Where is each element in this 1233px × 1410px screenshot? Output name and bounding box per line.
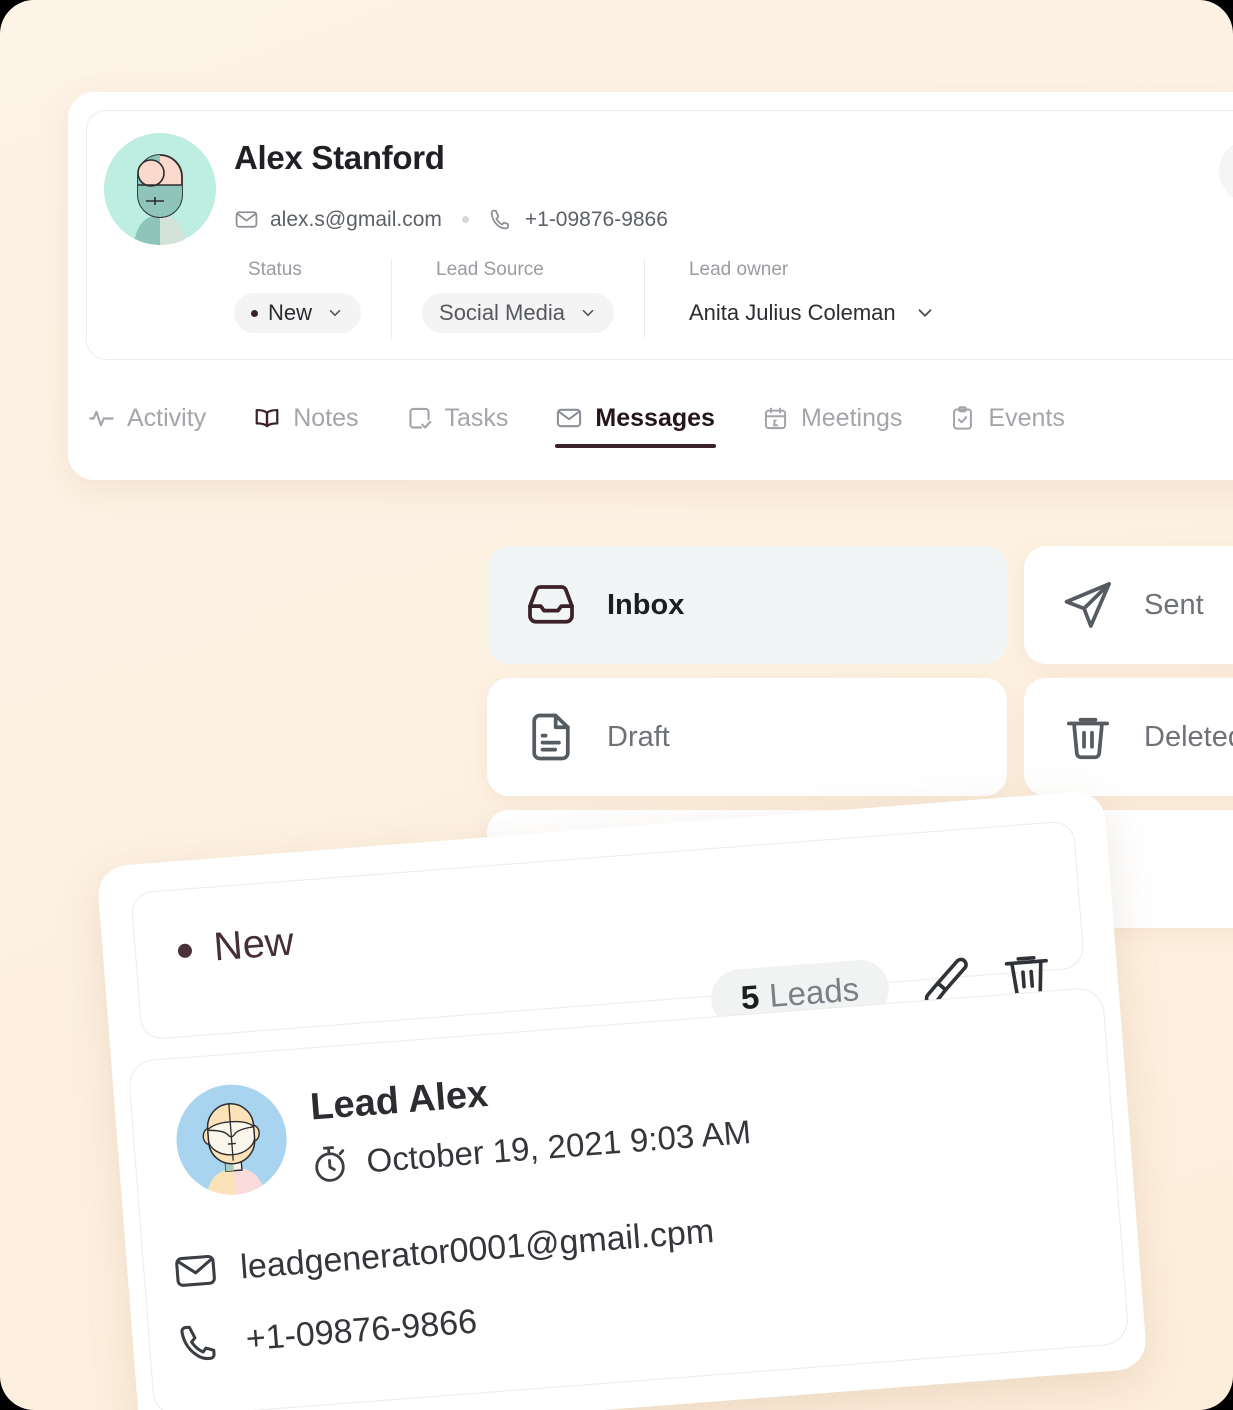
book-icon <box>253 404 281 432</box>
folder-draft[interactable]: Draft <box>487 678 1007 796</box>
profile-email[interactable]: alex.s@gmail.com <box>270 208 442 232</box>
lead-overlay-card: New 5 Leads Lead Alex October 19, 2021 9… <box>96 789 1148 1410</box>
lead-owner-label: Lead owner <box>688 259 789 280</box>
lead-source-label: Lead Source <box>436 259 544 280</box>
tab-label: Tasks <box>444 403 509 432</box>
more-options-button[interactable] <box>1219 139 1233 203</box>
mail-icon <box>171 1246 220 1295</box>
activity-pulse-icon <box>88 405 115 432</box>
lead-date: October 19, 2021 9:03 AM <box>365 1112 753 1180</box>
field-lead-source: Lead Source Social Media <box>422 259 614 333</box>
status-badge: New <box>212 919 296 970</box>
lead-status: New <box>176 919 295 973</box>
phone-icon <box>176 1318 225 1367</box>
separator-dot <box>461 216 469 223</box>
status-dot-icon <box>177 942 193 958</box>
avatar <box>104 133 216 245</box>
document-icon <box>523 709 579 765</box>
tab-label: Events <box>988 403 1065 432</box>
lead-phone[interactable]: +1-09876-9866 <box>244 1302 478 1359</box>
tab-events[interactable]: Events <box>949 380 1065 456</box>
app-screen: Alex Stanford alex.s@gmail.com +1-09876-… <box>0 0 1233 1410</box>
page-title: Alex Stanford <box>234 139 445 176</box>
send-icon <box>1060 577 1116 633</box>
stopwatch-icon <box>307 1142 352 1187</box>
mail-icon <box>555 404 583 432</box>
folder-sent[interactable]: Sent <box>1024 546 1233 664</box>
lead-owner-value: Anita Julius Coleman <box>688 300 896 325</box>
profile-phone[interactable]: +1-09876-9866 <box>525 208 668 232</box>
lead-card-surface: New 5 Leads Lead Alex October 19, 2021 9… <box>96 789 1148 1410</box>
phone-icon <box>489 207 514 232</box>
tab-meetings[interactable]: Meetings <box>762 380 902 456</box>
tab-activity[interactable]: Activity <box>88 380 206 456</box>
calendar-icon <box>762 405 789 432</box>
tab-tasks[interactable]: Tasks <box>406 380 509 456</box>
folder-label: Deleted <box>1144 720 1233 753</box>
profile-card: Alex Stanford alex.s@gmail.com +1-09876-… <box>86 110 1233 360</box>
folder-label: Inbox <box>607 588 685 621</box>
folder-deleted[interactable]: Deleted <box>1024 678 1233 796</box>
lead-email[interactable]: leadgenerator0001@gmail.cpm <box>239 1212 715 1287</box>
chevron-down-icon <box>914 302 936 324</box>
field-lead-owner: Lead owner Anita Julius Coleman <box>675 259 936 333</box>
lead-phone-row: +1-09876-9866 <box>176 1299 478 1368</box>
tab-notes[interactable]: Notes <box>253 380 359 456</box>
lead-email-row: leadgenerator0001@gmail.cpm <box>171 1208 716 1296</box>
status-dot-icon <box>251 309 258 317</box>
folder-label: Draft <box>607 720 670 753</box>
inbox-icon <box>523 577 579 633</box>
lead-name: Lead Alex <box>308 1073 490 1129</box>
folder-label: Sent <box>1144 588 1204 621</box>
folder-inbox[interactable]: Inbox <box>487 546 1007 664</box>
profile-panel: Alex Stanford alex.s@gmail.com +1-09876-… <box>68 92 1233 480</box>
trash-icon <box>1060 709 1116 765</box>
field-status: Status New <box>234 259 362 333</box>
lead-detail: Lead Alex October 19, 2021 9:03 AM leadg… <box>127 986 1130 1410</box>
lead-owner-dropdown[interactable]: Anita Julius Coleman <box>675 293 936 333</box>
clipboard-check-icon <box>949 405 976 432</box>
tab-bar: Activity Notes Tasks Messages Meetings E… <box>88 380 1065 456</box>
tab-messages[interactable]: Messages <box>555 380 716 456</box>
task-check-icon <box>406 405 433 432</box>
lead-source-value: Social Media <box>439 300 565 325</box>
tab-label: Messages <box>595 403 715 432</box>
status-dropdown[interactable]: New <box>234 293 362 333</box>
avatar <box>172 1080 291 1199</box>
status-label: Status <box>248 259 302 280</box>
contact-row: alex.s@gmail.com +1-09876-9866 <box>234 207 668 232</box>
divider <box>643 259 645 339</box>
chevron-down-icon <box>326 304 344 322</box>
tab-label: Meetings <box>800 403 903 432</box>
profile-meta: Status New Lead Source Social Media Lead… <box>234 259 936 347</box>
chevron-down-icon <box>579 304 597 322</box>
tab-label: Notes <box>293 403 359 432</box>
divider <box>391 259 393 339</box>
tab-label: Activity <box>127 403 207 432</box>
lead-source-dropdown[interactable]: Social Media <box>422 293 614 333</box>
status-value: New <box>268 300 313 325</box>
leads-count: 5 <box>739 977 761 1017</box>
mail-icon <box>234 207 259 232</box>
